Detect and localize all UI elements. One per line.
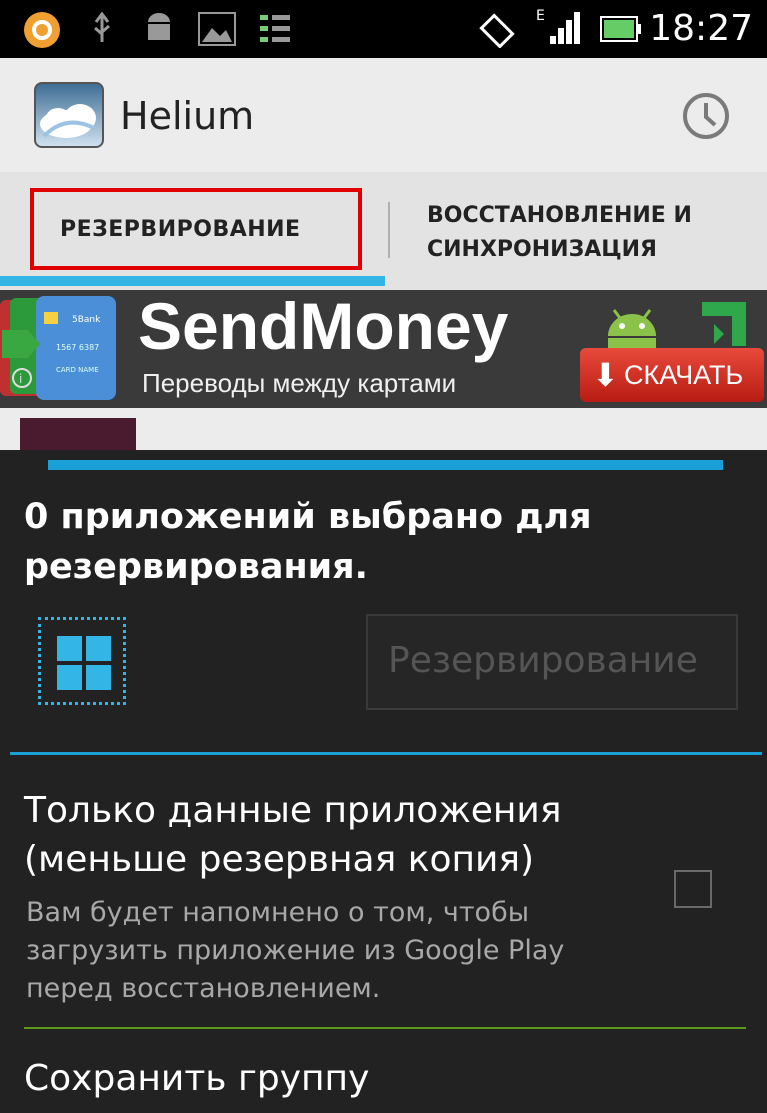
svg-text:i: i [19, 372, 22, 386]
status-bar: E 18:27 [0, 0, 767, 58]
svg-text:5Bank: 5Bank [72, 315, 101, 325]
helium-logo-icon [34, 82, 104, 148]
action-bar: Helium [0, 58, 767, 172]
svg-text:E: E [536, 8, 545, 24]
rotate-icon [478, 12, 518, 52]
backup-button[interactable]: Резервирование [366, 614, 738, 710]
download-arrow-icon: ⬇ [592, 357, 619, 393]
tab-backup[interactable]: РЕЗЕРВИРОВАНИЕ [0, 172, 385, 280]
usb-icon [92, 11, 112, 52]
svg-text:1567 6387: 1567 6387 [56, 343, 99, 352]
tab-backup-label: РЕЗЕРВИРОВАНИЕ [60, 217, 301, 242]
selected-count-text: 0 приложений выбрано для резервирования. [24, 497, 592, 587]
app-data-only-checkbox[interactable] [674, 870, 712, 908]
bank-card-icon: 5Bank 1567 6387 CARD NAME i [0, 294, 118, 402]
aimp-icon [22, 10, 62, 54]
ad-download-button[interactable]: ⬇ СКАЧАТЬ [580, 348, 764, 402]
ad-subtitle: Переводы между картами [142, 368, 457, 398]
tab-bar: РЕЗЕРВИРОВАНИЕ ВОССТАНОВЛЕНИЕ И СИНХРОНИ… [0, 172, 767, 290]
ad-title: SendMoney [138, 289, 509, 363]
image-icon [198, 12, 236, 50]
tasks-icon [258, 12, 292, 50]
app-data-only-title[interactable]: Только данные приложения (меньше резервн… [24, 786, 664, 884]
ad-banner[interactable]: 5Bank 1567 6387 CARD NAME i SendMoney Пе… [0, 289, 767, 408]
svg-text:CARD NAME: CARD NAME [56, 366, 99, 374]
select-apps-icon[interactable] [38, 617, 126, 705]
section-divider [48, 460, 723, 470]
list-divider [24, 1027, 746, 1029]
app-title: Helium [120, 94, 255, 138]
signal-icon: E [536, 6, 584, 52]
android-debug-icon [144, 12, 174, 50]
tab-restore-sync[interactable]: ВОССТАНОВЛЕНИЕ И СИНХРОНИЗАЦИЯ [427, 199, 747, 267]
save-group-item[interactable]: Сохранить группу [24, 1058, 369, 1099]
tab-divider [388, 202, 390, 258]
tab-selected-indicator [0, 276, 385, 286]
app-thumbnail [20, 418, 136, 450]
android-icon [596, 298, 756, 352]
section-divider [10, 752, 762, 755]
battery-icon [600, 16, 642, 48]
ad-download-label: СКАЧАТЬ [624, 360, 744, 390]
clock-icon[interactable] [681, 91, 731, 141]
backup-button-label: Резервирование [388, 640, 698, 681]
clock-time: 18:27 [649, 8, 753, 49]
app-data-only-description: Вам будет напомнено о том, чтобы загрузи… [26, 897, 565, 1004]
